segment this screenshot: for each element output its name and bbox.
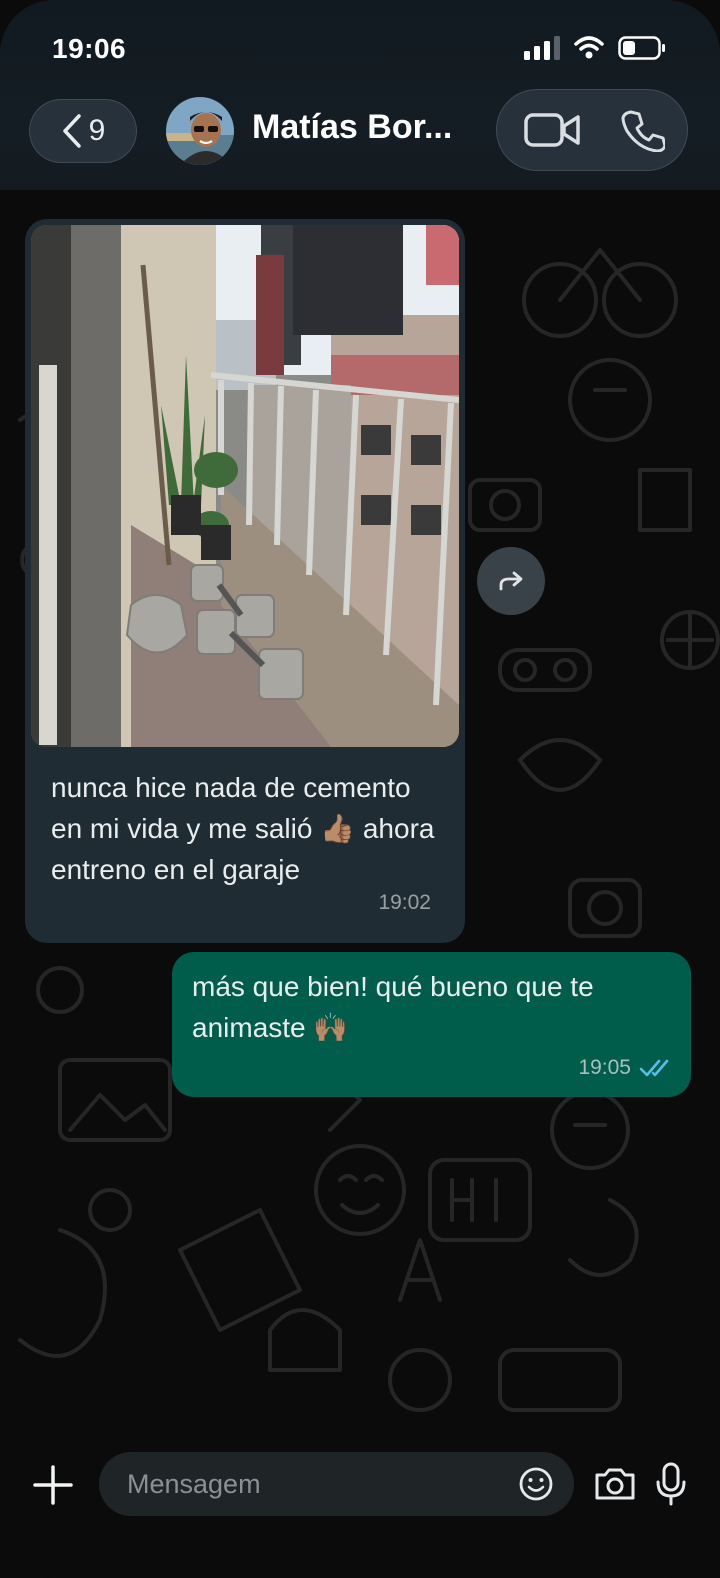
- chevron-left-icon: [62, 114, 81, 148]
- call-actions: [496, 89, 688, 171]
- back-button[interactable]: 9: [29, 99, 137, 163]
- read-ticks-icon: [639, 1059, 669, 1077]
- video-call-icon[interactable]: [523, 110, 583, 150]
- outgoing-message[interactable]: más que bien! qué bueno que te animaste …: [172, 952, 691, 1097]
- plus-icon[interactable]: [32, 1464, 74, 1506]
- voice-call-icon[interactable]: [621, 108, 665, 152]
- message-time: 19:02: [378, 891, 431, 914]
- unread-count: 9: [88, 114, 106, 147]
- camera-icon[interactable]: [593, 1466, 637, 1502]
- signal-icon: [524, 36, 560, 60]
- message-input[interactable]: [99, 1452, 574, 1516]
- avatar-image: [166, 97, 234, 165]
- forward-icon: [499, 571, 523, 591]
- chat-screen: 19:06 9 Matías Bor... nunca hice nada de…: [0, 0, 720, 1578]
- message-text: nunca hice nada de cemento en mi vida y …: [51, 772, 435, 885]
- contact-avatar[interactable]: [166, 97, 234, 165]
- forward-button[interactable]: [477, 547, 545, 615]
- incoming-message[interactable]: nunca hice nada de cemento en mi vida y …: [25, 219, 465, 943]
- message-composer: [0, 1432, 720, 1578]
- battery-icon: [618, 36, 665, 60]
- message-photo[interactable]: [31, 225, 459, 747]
- microphone-icon[interactable]: [655, 1462, 687, 1506]
- contact-name[interactable]: Matías Bor...: [252, 108, 474, 147]
- status-bar-icons: [524, 36, 666, 60]
- message-text: más que bien! qué bueno que te animaste …: [192, 971, 594, 1043]
- message-meta: 19:05: [578, 1056, 671, 1080]
- message-time: 19:05: [578, 1056, 631, 1079]
- wifi-icon: [574, 36, 604, 59]
- balcony-photo: [31, 225, 459, 747]
- status-bar-time: 19:06: [52, 33, 127, 64]
- chat-header: 19:06 9 Matías Bor...: [0, 0, 720, 190]
- sticker-icon[interactable]: [518, 1466, 554, 1502]
